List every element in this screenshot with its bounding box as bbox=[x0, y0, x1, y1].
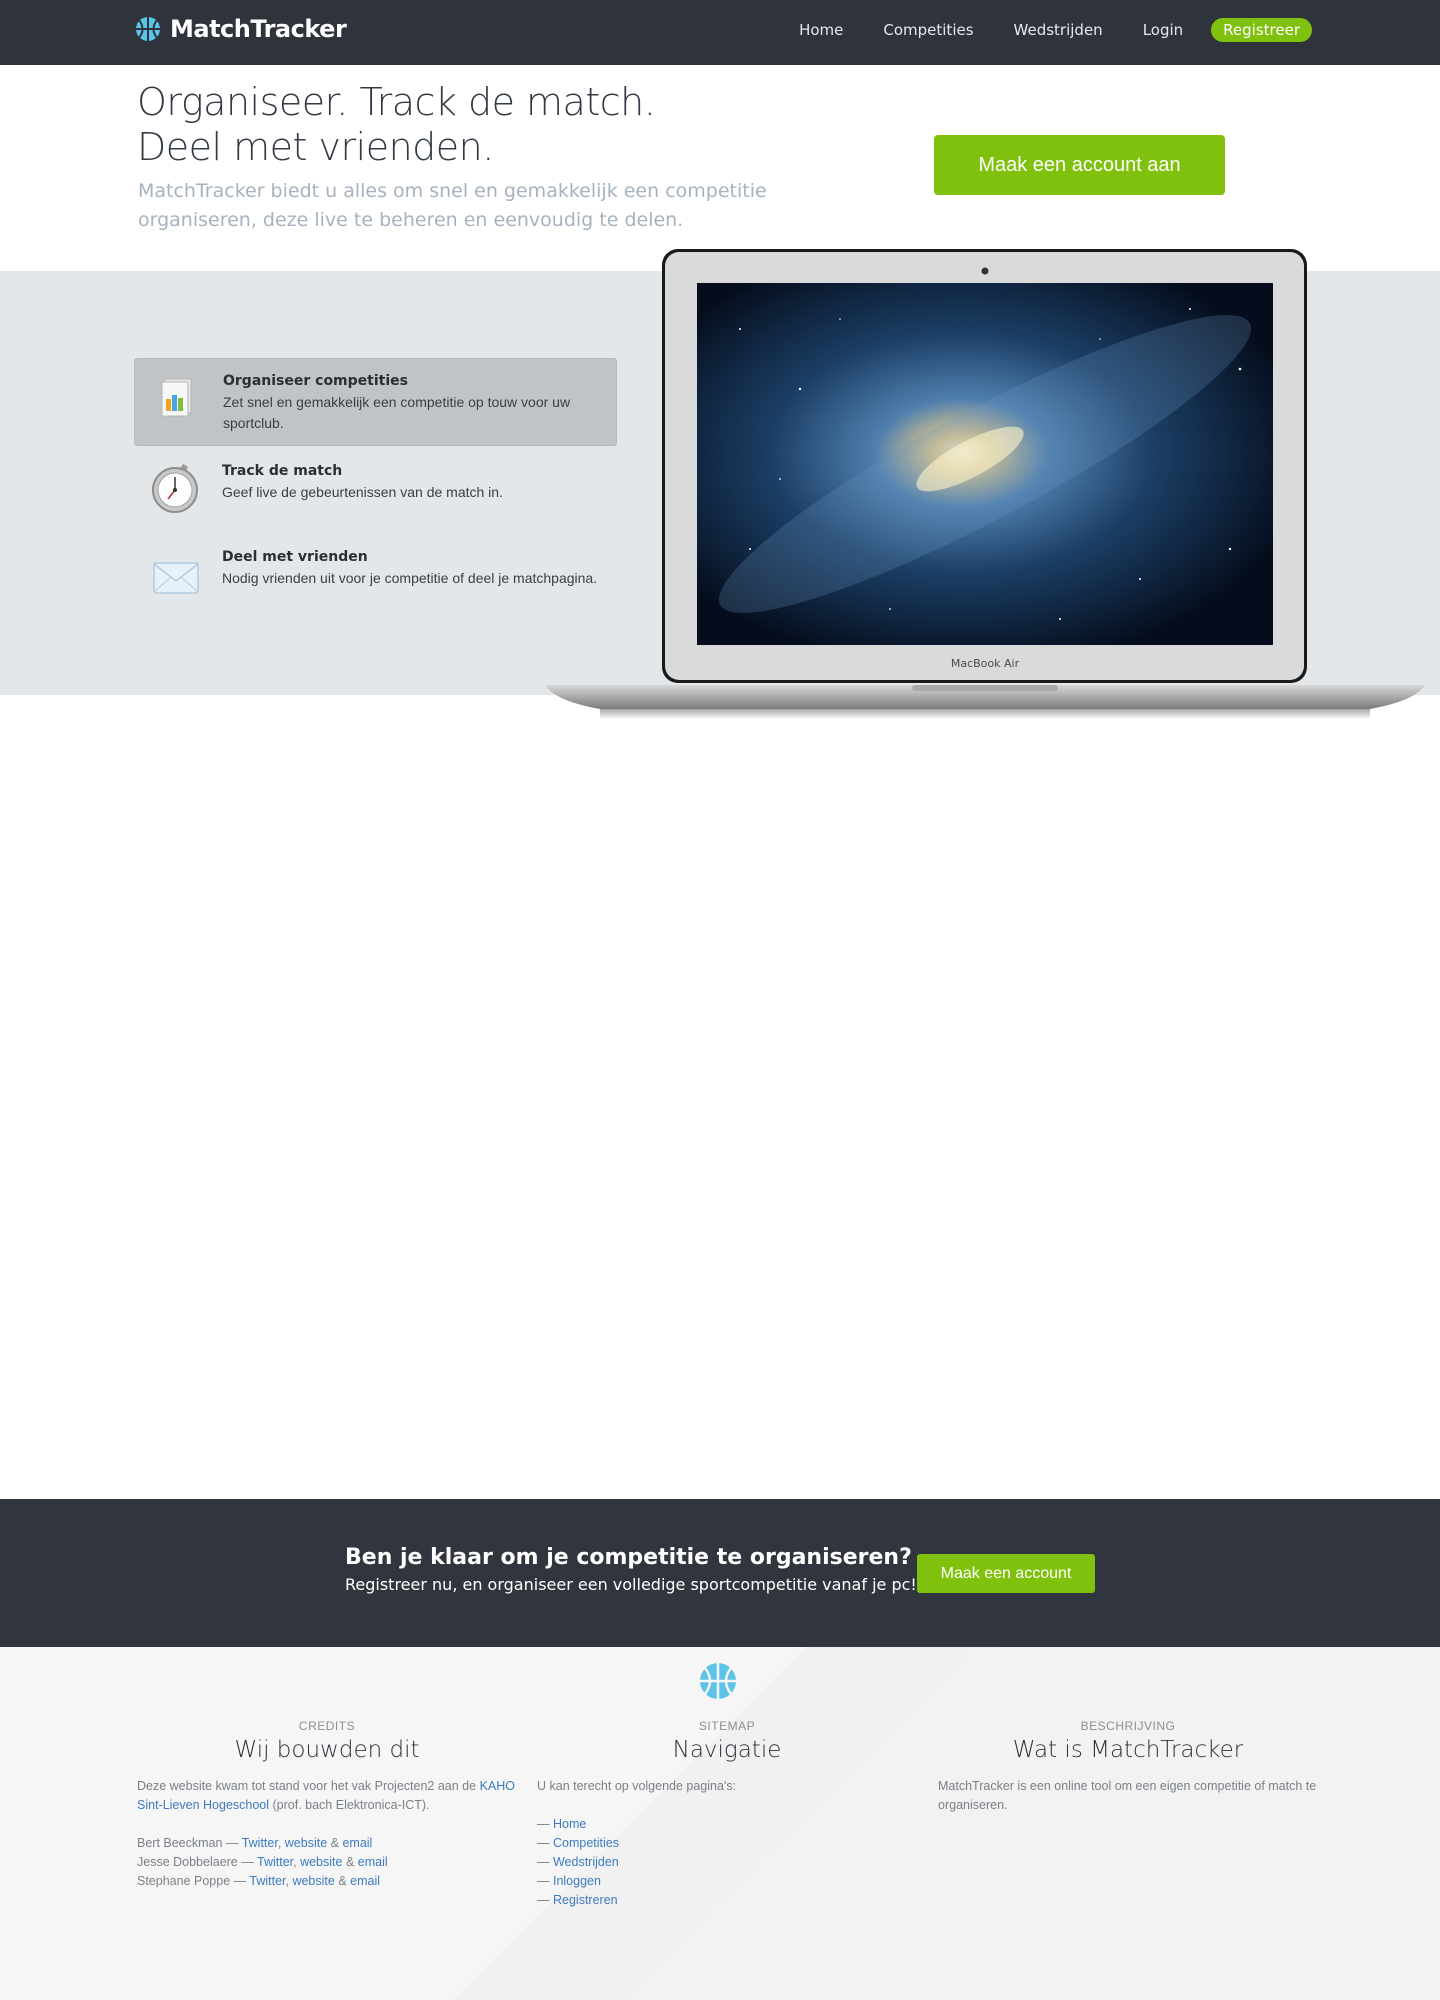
credits-people: Bert Beeckman — Twitter, website & email… bbox=[137, 1834, 517, 1891]
envelope-icon bbox=[153, 562, 199, 594]
sitemap-intro: U kan terecht op volgende pagina's: bbox=[537, 1779, 737, 1793]
footer-sitemap: SITEMAP Navigatie U kan terecht op volge… bbox=[537, 1719, 917, 1910]
person-row: Jesse Dobbelaere — Twitter, website & em… bbox=[137, 1855, 388, 1869]
sitemap-list: — Home — Competities — Wedstrijden — Inl… bbox=[537, 1815, 917, 1910]
sitemap-link-home[interactable]: Home bbox=[553, 1817, 586, 1831]
twitter-link[interactable]: Twitter bbox=[249, 1874, 285, 1888]
brand-logo[interactable]: MatchTracker bbox=[134, 14, 347, 44]
create-account-small-button[interactable]: Maak een account bbox=[917, 1554, 1095, 1593]
cta-title: Ben je klaar om je competitie te organis… bbox=[345, 1545, 912, 1570]
navbar: MatchTracker Home Competities Wedstrijde… bbox=[0, 0, 1440, 65]
twitter-link[interactable]: Twitter bbox=[257, 1855, 293, 1869]
hero-title-line2: Deel met vrienden. bbox=[137, 125, 494, 169]
footer: CREDITS Wij bouwden dit Deze website kwa… bbox=[0, 1647, 1440, 2000]
sitemap-link-registreren[interactable]: Registreren bbox=[553, 1893, 618, 1907]
footer-credits: CREDITS Wij bouwden dit Deze website kwa… bbox=[137, 1719, 517, 1891]
basketball-icon bbox=[136, 17, 160, 41]
brand-name: MatchTracker bbox=[170, 15, 347, 43]
laptop-label: MacBook Air bbox=[951, 657, 1020, 670]
main-nav: Home Competities Wedstrijden Login Regis… bbox=[759, 18, 1312, 42]
list-item: — Wedstrijden bbox=[537, 1855, 619, 1869]
document-chart-icon bbox=[161, 378, 192, 417]
nav-competities[interactable]: Competities bbox=[883, 21, 973, 39]
about-kicker: BESCHRIJVING bbox=[1080, 1719, 1176, 1733]
hero-title-line1: Organiseer. Track de match. bbox=[137, 80, 656, 124]
hero-subtitle: MatchTracker biedt u alles om snel en ge… bbox=[138, 180, 767, 231]
website-link[interactable]: website bbox=[285, 1836, 327, 1850]
nav-login[interactable]: Login bbox=[1143, 21, 1183, 39]
basketball-icon bbox=[700, 1663, 736, 1699]
nav-register-button[interactable]: Registreer bbox=[1211, 18, 1312, 42]
cta-band: Ben je klaar om je competitie te organis… bbox=[0, 1499, 1440, 1647]
sitemap-title: Navigatie bbox=[672, 1737, 782, 1763]
list-item: — Competities bbox=[537, 1836, 619, 1850]
about-text: MatchTracker is een online tool om een e… bbox=[938, 1779, 1317, 1812]
create-account-button[interactable]: Maak een account aan bbox=[934, 135, 1225, 195]
nav-home[interactable]: Home bbox=[799, 21, 843, 39]
email-link[interactable]: email bbox=[342, 1836, 372, 1850]
website-link[interactable]: website bbox=[300, 1855, 342, 1869]
sitemap-kicker: SITEMAP bbox=[698, 1719, 756, 1733]
email-link[interactable]: email bbox=[358, 1855, 388, 1869]
credits-intro: Deze website kwam tot stand voor het vak… bbox=[137, 1779, 515, 1812]
sitemap-link-wedstrijden[interactable]: Wedstrijden bbox=[553, 1855, 619, 1869]
website-link[interactable]: website bbox=[292, 1874, 334, 1888]
sitemap-link-inloggen[interactable]: Inloggen bbox=[553, 1874, 601, 1888]
laptop-image: MacBook Air bbox=[545, 249, 1425, 719]
cta-text: Registreer nu, en organiseer een volledi… bbox=[345, 1575, 917, 1594]
person-row: Bert Beeckman — Twitter, website & email bbox=[137, 1836, 373, 1850]
person-row: Stephane Poppe — Twitter, website & emai… bbox=[137, 1874, 381, 1888]
twitter-link[interactable]: Twitter bbox=[242, 1836, 278, 1850]
nav-wedstrijden[interactable]: Wedstrijden bbox=[1014, 21, 1103, 39]
stopwatch-icon bbox=[152, 463, 198, 513]
sitemap-link-competities[interactable]: Competities bbox=[553, 1836, 619, 1850]
about-title: Wat is MatchTracker bbox=[1012, 1737, 1244, 1763]
footer-about: BESCHRIJVING Wat is MatchTracker MatchTr… bbox=[938, 1719, 1318, 1815]
credits-kicker: CREDITS bbox=[298, 1719, 356, 1733]
email-link[interactable]: email bbox=[350, 1874, 380, 1888]
list-item: — Registreren bbox=[537, 1893, 618, 1907]
credits-title: Wij bouwden dit bbox=[234, 1737, 420, 1763]
list-item: — Home bbox=[537, 1817, 587, 1831]
list-item: — Inloggen bbox=[537, 1874, 601, 1888]
hero-title: Organiseer. Track de match. Deel met vri… bbox=[137, 80, 797, 170]
